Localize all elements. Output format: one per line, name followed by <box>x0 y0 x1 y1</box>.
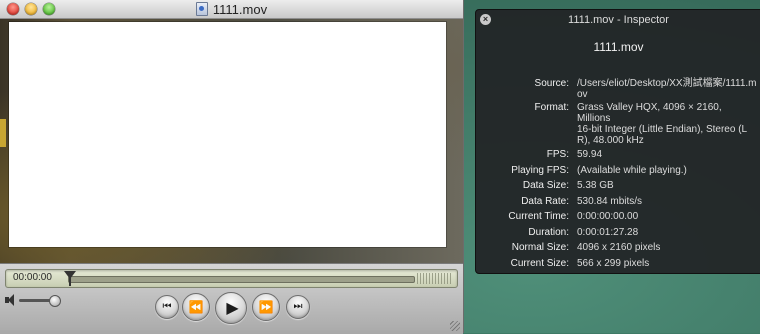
info-value: 530.84 mbits/s <box>577 196 643 207</box>
window-title: 1111.mov <box>0 2 463 17</box>
speaker-icon <box>5 294 14 306</box>
video-background-detail <box>0 119 6 147</box>
info-value: 566 x 299 pixels <box>577 258 650 269</box>
info-value: 0:00:01:27.28 <box>577 227 639 238</box>
info-value: 0:00:00:00.00 <box>577 211 639 222</box>
player-controls: 00:00:00 ⏮ ⏪ ▶ ⏩ ⏭ <box>0 263 463 334</box>
play-icon: ▶ <box>226 298 239 317</box>
info-label: FPS: <box>546 149 569 160</box>
info-label: Current Time: <box>508 211 569 222</box>
timeline-track[interactable] <box>68 276 415 283</box>
inspector-titlebar[interactable]: × 1111.mov - Inspector <box>476 10 760 30</box>
info-label: Source: <box>534 78 569 89</box>
info-value: /Users/eliot/Desktop/XX測試檔案/1111.mov <box>577 78 757 100</box>
info-label: Data Size: <box>522 180 569 191</box>
go-to-end-button[interactable]: ⏭ <box>286 295 310 319</box>
volume-control <box>5 294 65 307</box>
volume-slider-knob[interactable] <box>49 295 61 307</box>
inspector-title: 1111.mov - Inspector <box>568 14 669 26</box>
info-value: 4096 x 2160 pixels <box>577 242 661 253</box>
info-label: Format: <box>534 102 569 113</box>
skip-to-start-icon: ⏮ <box>162 301 172 312</box>
fast-forward-button[interactable]: ⏩ <box>252 293 280 321</box>
video-area[interactable] <box>0 19 463 263</box>
playhead-icon[interactable] <box>64 271 76 286</box>
info-value: 5.38 GB <box>577 180 614 191</box>
fast-forward-icon: ⏩ <box>258 300 274 314</box>
window-title-text: 1111.mov <box>212 2 268 17</box>
player-titlebar[interactable]: 1111.mov <box>0 0 463 19</box>
inspector-filename: 1111.mov <box>593 40 644 54</box>
rewind-icon: ⏪ <box>188 300 204 314</box>
document-icon <box>195 2 208 16</box>
timeline-bar[interactable]: 00:00:00 <box>5 269 458 288</box>
timeline-texture <box>417 273 452 284</box>
player-window: 1111.mov 00:00:00 ⏮ ⏪ ▶ ⏩ ⏭ <box>0 0 464 334</box>
rewind-button[interactable]: ⏪ <box>182 293 210 321</box>
info-value: (Available while playing.) <box>577 165 687 176</box>
timecode-display: 00:00:00 <box>13 272 52 283</box>
video-frame[interactable] <box>9 22 446 247</box>
info-label: Current Size: <box>510 258 569 269</box>
info-label: Data Rate: <box>521 196 569 207</box>
skip-to-end-icon: ⏭ <box>293 301 303 312</box>
info-label: Normal Size: <box>511 242 569 253</box>
resize-handle-icon[interactable] <box>450 321 460 331</box>
info-value: Grass Valley HQX, 4096 × 2160, Millions … <box>577 102 747 146</box>
play-button[interactable]: ▶ <box>215 292 247 324</box>
inspector-panel: × 1111.mov - Inspector 1111.mov Source: … <box>475 9 760 274</box>
info-value: 59.94 <box>577 149 603 160</box>
go-to-start-button[interactable]: ⏮ <box>155 295 179 319</box>
info-label: Duration: <box>528 227 569 238</box>
info-label: Playing FPS: <box>511 165 569 176</box>
